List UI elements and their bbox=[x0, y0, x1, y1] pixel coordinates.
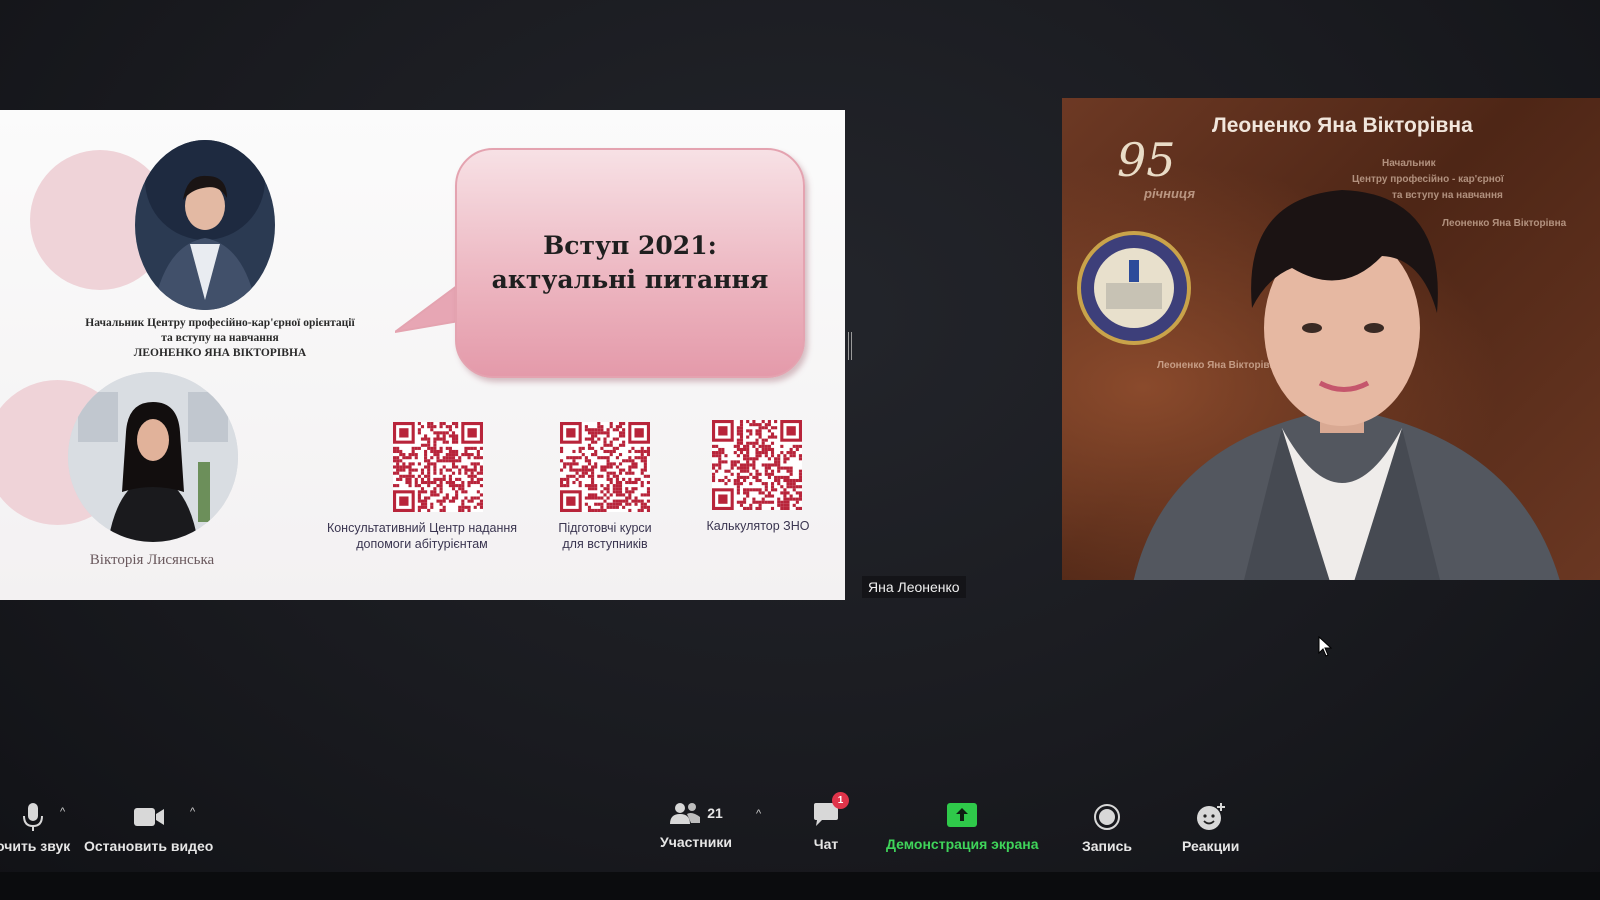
view-splitter-handle[interactable] bbox=[848, 332, 852, 360]
caption-line: та вступу на навчання bbox=[161, 332, 279, 344]
slide-title: Вступ 2021: актуальні питання bbox=[492, 229, 769, 297]
qr-code-icon bbox=[712, 420, 802, 510]
reactions-button[interactable]: Реакции bbox=[1182, 800, 1239, 854]
slide-title-line: актуальні питання bbox=[491, 265, 769, 294]
qr-code-icon bbox=[393, 422, 483, 512]
stop-video-label: Остановить видео bbox=[84, 838, 214, 854]
participants-icon-group: 21 bbox=[669, 796, 723, 830]
meeting-toolbar: очить звук ^ Остановить видео ^ 21 Участ… bbox=[0, 790, 1600, 870]
speaker-portrait-photo bbox=[135, 140, 275, 310]
share-screen-button[interactable]: Демонстрация экрана bbox=[886, 798, 1039, 852]
chat-label: Чат bbox=[813, 836, 839, 852]
qr-label: Калькулятор ЗНО bbox=[648, 518, 845, 534]
caption-line: Начальник Центру професійно-кар'єрної ор… bbox=[85, 317, 355, 329]
record-icon bbox=[1093, 800, 1121, 834]
video-options-chevron-up-icon[interactable]: ^ bbox=[190, 806, 195, 818]
speaker-caption: Начальник Центру професійно-кар'єрної ор… bbox=[20, 316, 420, 361]
qr-label-line: для вступників bbox=[562, 537, 648, 551]
mute-audio-label: очить звук bbox=[0, 838, 71, 854]
slide-title-line: Вступ 2021: bbox=[543, 231, 717, 260]
portrait-illustration bbox=[68, 372, 238, 542]
video-overlay-title: Леоненко Яна Вікторівна bbox=[1212, 114, 1473, 137]
video-camera-icon bbox=[133, 800, 165, 834]
monitor-bezel bbox=[0, 872, 1600, 900]
reaction-icon bbox=[1196, 800, 1226, 834]
participant-video-tile[interactable]: Начальник Центру професійно - кар'єрної … bbox=[1062, 98, 1600, 580]
participants-button[interactable]: 21 Участники bbox=[660, 796, 732, 850]
record-label: Запись bbox=[1082, 838, 1133, 854]
share-screen-label: Демонстрация экрана bbox=[886, 836, 1039, 852]
participants-label: Участники bbox=[660, 834, 732, 850]
share-screen-icon bbox=[946, 798, 978, 832]
record-button[interactable]: Запись bbox=[1082, 800, 1132, 854]
reactions-label: Реакции bbox=[1182, 838, 1240, 854]
participant-name-tag: Яна Леоненко bbox=[862, 576, 966, 598]
participants-chevron-up-icon[interactable]: ^ bbox=[756, 808, 761, 820]
caption-line: ЛЕОНЕНКО ЯНА ВІКТОРІВНА bbox=[133, 347, 307, 359]
audio-options-chevron-up-icon[interactable]: ^ bbox=[60, 806, 65, 818]
zoom-meeting-window: Начальник Центру професійно-кар'єрної ор… bbox=[0, 0, 1600, 900]
participants-icon bbox=[670, 803, 701, 824]
shared-screen-slide: Начальник Центру професійно-кар'єрної ор… bbox=[0, 110, 845, 600]
microphone-icon bbox=[22, 800, 44, 834]
qr-code-icon bbox=[560, 422, 650, 512]
second-person-photo bbox=[68, 372, 238, 542]
qr-label-line: Калькулятор ЗНО bbox=[706, 519, 810, 533]
mouse-cursor-icon bbox=[1318, 636, 1333, 657]
speaker-figure bbox=[1133, 190, 1560, 580]
second-person-name: Вікторія Лисянська bbox=[89, 552, 215, 568]
chat-unread-badge: 1 bbox=[832, 792, 849, 809]
speech-bubble: Вступ 2021: актуальні питання bbox=[455, 148, 805, 378]
participants-count: 21 bbox=[707, 805, 723, 821]
portrait-illustration bbox=[135, 140, 275, 310]
